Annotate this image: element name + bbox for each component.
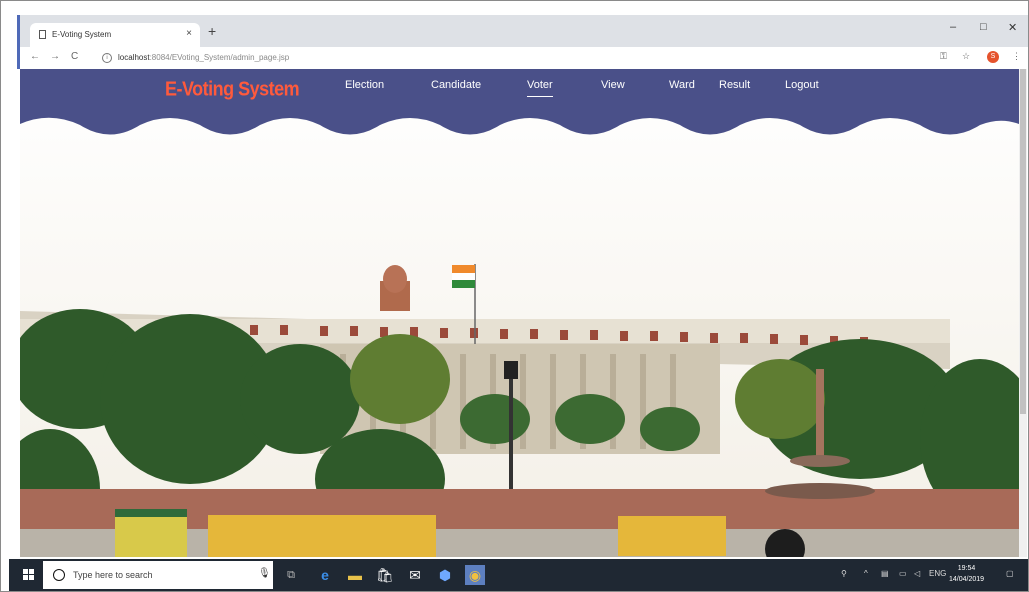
clock-time: 19:54	[957, 565, 976, 572]
windows-start-icon[interactable]	[23, 569, 35, 581]
notification-icon[interactable]: ▢	[1006, 569, 1014, 578]
task-view-icon[interactable]: ⧉	[281, 565, 301, 585]
forward-icon[interactable]: →	[50, 51, 60, 62]
url-path: :8084/EVoting_System/admin_page.jsp	[149, 53, 290, 62]
page-scrollbar[interactable]	[1019, 69, 1027, 557]
scrollbar-thumb[interactable]	[1020, 69, 1026, 414]
profile-avatar[interactable]: S	[987, 51, 999, 63]
shield-icon[interactable]: ⬢	[435, 565, 455, 585]
url-host: localhost	[118, 53, 150, 62]
close-tab-icon[interactable]: ×	[186, 28, 192, 39]
search-icon	[53, 569, 65, 581]
address-bar[interactable]: i localhost:8084/EVoting_System/admin_pag…	[102, 49, 962, 66]
nav-view[interactable]: View	[601, 79, 625, 91]
nav-candidate[interactable]: Candidate	[431, 79, 481, 91]
nav-logout[interactable]: Logout	[785, 79, 819, 91]
close-window-button[interactable]: ✕	[1008, 21, 1017, 34]
browser-tab-strip: E-Voting System × + – □ ✕	[17, 15, 1028, 47]
info-icon[interactable]: i	[102, 52, 112, 63]
search-placeholder: Type here to search	[73, 570, 153, 580]
back-icon[interactable]: ←	[30, 51, 40, 62]
nav-result[interactable]: Result	[719, 79, 750, 91]
parliament-background-image	[20, 69, 1019, 557]
menu-icon[interactable]: ⋮	[1012, 51, 1021, 62]
nav-election[interactable]: Election	[345, 79, 384, 91]
site-brand[interactable]: E-Voting System	[165, 78, 300, 102]
chrome-icon[interactable]: ◉	[465, 565, 485, 585]
key-icon[interactable]: ⚿	[940, 51, 947, 62]
mail-icon[interactable]: ✉	[405, 565, 425, 585]
page-icon	[39, 30, 46, 39]
language-indicator[interactable]: ENG	[929, 569, 946, 578]
battery-icon[interactable]: ▭	[899, 569, 907, 578]
browser-tab[interactable]: E-Voting System ×	[30, 23, 200, 47]
minimize-button[interactable]: –	[950, 21, 956, 33]
clock-date: 14/04/2019	[949, 576, 985, 583]
nav-ward[interactable]: Ward	[669, 79, 695, 91]
edge-icon[interactable]: e	[315, 565, 335, 585]
taskbar-search-box[interactable]: Type here to search 🎙	[43, 561, 273, 589]
web-page: E-Voting System Election Candidate Voter…	[20, 69, 1019, 557]
file-explorer-icon[interactable]: ▬	[345, 565, 365, 585]
new-tab-button[interactable]: +	[208, 23, 216, 39]
tray-chevron-icon[interactable]: ^	[864, 569, 868, 578]
volume-icon[interactable]: ◁	[914, 569, 920, 578]
taskbar-clock[interactable]: 19:54 14/04/2019	[949, 563, 984, 585]
star-icon[interactable]: ☆	[962, 51, 970, 62]
nav-voter[interactable]: Voter	[527, 79, 553, 97]
maximize-button[interactable]: □	[980, 21, 987, 33]
browser-toolbar: ← → C i localhost:8084/EVoting_System/adm…	[17, 47, 1028, 69]
windows-taskbar: Type here to search 🎙 ⧉ e ▬ 🛍 ✉ ⬢ ◉ ⚲ ^ …	[9, 559, 1028, 591]
mic-icon[interactable]: 🎙	[258, 568, 271, 579]
tab-title: E-Voting System	[52, 30, 112, 39]
reload-icon[interactable]: C	[71, 51, 78, 62]
store-icon[interactable]: 🛍	[375, 565, 395, 585]
people-icon[interactable]: ⚲	[841, 569, 847, 578]
screenshot-frame: E-Voting System × + – □ ✕ ← → C i localho…	[0, 0, 1029, 592]
network-icon[interactable]: ▤	[881, 569, 889, 578]
site-navbar: E-Voting System Election Candidate Voter…	[20, 69, 1019, 129]
